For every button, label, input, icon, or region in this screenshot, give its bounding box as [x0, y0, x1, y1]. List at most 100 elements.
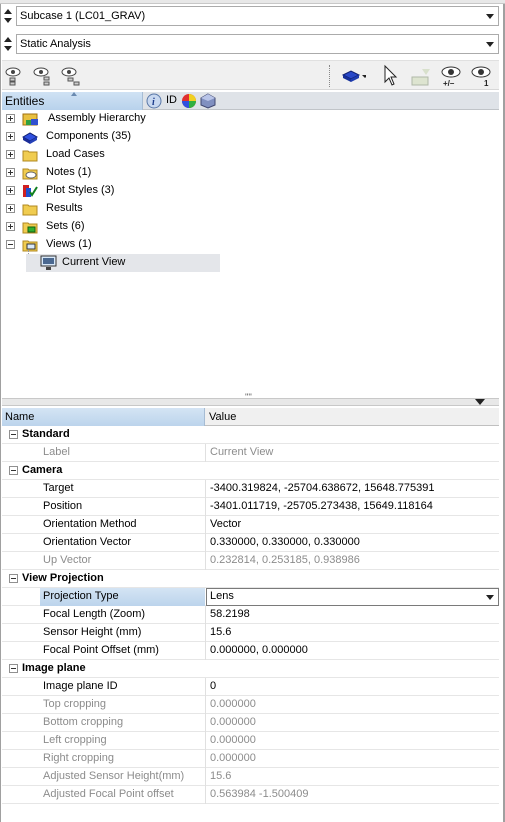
show-hide-label: +/–: [443, 79, 455, 88]
tree-item-load-cases[interactable]: Load Cases: [2, 146, 499, 164]
tree-item-views[interactable]: Views (1): [2, 236, 499, 254]
collapse-arrow-icon[interactable]: [475, 399, 485, 405]
color-column-icon[interactable]: [181, 93, 197, 109]
property-row-adjusted-focal-point-offset[interactable]: Adjusted Focal Point offset 0.563984 -1.…: [2, 786, 499, 804]
collapse-tree-icon[interactable]: [30, 63, 56, 89]
property-name: Top cropping: [43, 698, 106, 710]
pointer-icon[interactable]: [380, 63, 406, 89]
property-row-bottom-cropping[interactable]: Bottom cropping 0.000000: [2, 714, 499, 732]
chevron-down-icon: [486, 14, 494, 19]
tree-item-plot-styles[interactable]: Plot Styles (3): [2, 182, 499, 200]
expand-toggle[interactable]: [6, 204, 15, 213]
tree-item-current-view[interactable]: Current View: [26, 254, 220, 272]
property-name: Up Vector: [43, 554, 92, 566]
expand-toggle[interactable]: [6, 168, 15, 177]
property-value: 15.6: [210, 770, 232, 782]
tree-item-sets[interactable]: Sets (6): [2, 218, 499, 236]
id-column-header[interactable]: ID: [166, 94, 177, 106]
section-view-projection[interactable]: View Projection: [2, 570, 499, 588]
info-column-icon[interactable]: i: [146, 93, 162, 109]
property-row-position[interactable]: Position -3401.011719, -25705.273438, 15…: [2, 498, 499, 516]
expand-toggle[interactable]: [6, 114, 15, 123]
property-row-label[interactable]: Label Current View: [2, 444, 499, 462]
property-value[interactable]: Vector: [210, 518, 241, 530]
property-name: Bottom cropping: [43, 716, 124, 728]
property-value[interactable]: -3400.319824, -25704.638672, 15648.77539…: [210, 482, 435, 494]
property-row-orientation-method[interactable]: Orientation Method Vector: [2, 516, 499, 534]
tree-item-label: Plot Styles (3): [46, 184, 115, 196]
name-header-label: Name: [5, 411, 35, 423]
property-value[interactable]: 0.000000, 0.000000: [210, 644, 308, 656]
property-row-left-cropping[interactable]: Left cropping 0.000000: [2, 732, 499, 750]
chevron-down-icon: [486, 595, 494, 600]
property-row-projection-type[interactable]: Projection Type Lens: [2, 588, 499, 606]
tree-item-label: Load Cases: [46, 148, 105, 160]
toolbar: +/– 1: [2, 60, 499, 90]
analysis-spinner[interactable]: [2, 33, 14, 55]
property-row-sensor-height[interactable]: Sensor Height (mm) 15.6: [2, 624, 499, 642]
property-name: Sensor Height (mm): [43, 626, 142, 638]
tree-item-notes[interactable]: Notes (1): [2, 164, 499, 182]
property-value[interactable]: 58.2198: [210, 608, 250, 620]
collapse-toggle[interactable]: [9, 664, 18, 673]
top-resize-grip[interactable]: '''': [0, 0, 505, 4]
collapse-toggle[interactable]: [9, 466, 18, 475]
property-value[interactable]: -3401.011719, -25705.273438, 15649.11816…: [210, 500, 433, 512]
property-row-image-plane-id[interactable]: Image plane ID 0: [2, 678, 499, 696]
components-icon: [21, 129, 39, 145]
tree-item-components[interactable]: Components (35): [2, 128, 499, 146]
section-standard[interactable]: Standard: [2, 426, 499, 444]
analysis-value: Static Analysis: [20, 38, 91, 50]
property-name: Left cropping: [43, 734, 107, 746]
property-grid: Standard Label Current View Camera Targe…: [2, 426, 499, 822]
property-value[interactable]: 15.6: [210, 626, 231, 638]
section-image-plane[interactable]: Image plane: [2, 660, 499, 678]
tree-header: Entities i ID: [2, 92, 499, 110]
entities-column-header[interactable]: Entities: [2, 92, 143, 110]
expand-toggle[interactable]: [6, 150, 15, 159]
tree-item-assembly-hierarchy[interactable]: Assembly Hierarchy: [2, 110, 499, 128]
isolate-eye-icon[interactable]: [468, 63, 494, 89]
tree-item-label: Components (35): [46, 130, 131, 142]
property-row-adjusted-sensor-height[interactable]: Adjusted Sensor Height(mm) 15.6: [2, 768, 499, 786]
value-column-header[interactable]: Value: [209, 411, 236, 423]
section-title: Image plane: [22, 662, 86, 674]
tree-item-label: Assembly Hierarchy: [48, 112, 146, 124]
apply-icon[interactable]: [408, 63, 434, 89]
property-value[interactable]: 0: [210, 680, 216, 692]
expand-toggle[interactable]: [6, 186, 15, 195]
property-name: Focal Point Offset (mm): [43, 644, 159, 656]
expand-toggle[interactable]: [6, 222, 15, 231]
subcase-value: Subcase 1 (LC01_GRAV): [20, 10, 146, 22]
section-camera[interactable]: Camera: [2, 462, 499, 480]
analysis-dropdown[interactable]: Static Analysis: [16, 34, 499, 54]
subcase-dropdown[interactable]: Subcase 1 (LC01_GRAV): [16, 6, 499, 26]
projection-type-dropdown[interactable]: [206, 588, 499, 606]
property-grid-header: Name Value: [2, 408, 499, 426]
property-row-focal-length[interactable]: Focal Length (Zoom) 58.2198: [2, 606, 499, 624]
collapse-toggle[interactable]: [9, 574, 18, 583]
property-value: 0.563984 -1.500409: [210, 788, 309, 800]
show-hierarchy-icon[interactable]: [58, 63, 84, 89]
property-name: Orientation Method: [43, 518, 137, 530]
subcase-spinner[interactable]: [2, 5, 14, 27]
property-row-up-vector[interactable]: Up Vector 0.232814, 0.253185, 0.938986: [2, 552, 499, 570]
svg-text:i: i: [152, 97, 155, 108]
entity-selector-icon[interactable]: [340, 63, 368, 89]
property-row-top-cropping[interactable]: Top cropping 0.000000: [2, 696, 499, 714]
panel-splitter[interactable]: '''': [2, 392, 499, 406]
property-value[interactable]: 0.330000, 0.330000, 0.330000: [210, 536, 360, 548]
property-row-right-cropping[interactable]: Right cropping 0.000000: [2, 750, 499, 768]
property-row-target[interactable]: Target -3400.319824, -25704.638672, 1564…: [2, 480, 499, 498]
property-value: Current View: [210, 446, 274, 458]
tree-item-results[interactable]: Results: [2, 200, 499, 218]
expand-toggle[interactable]: [6, 132, 15, 141]
isolate-label: 1: [484, 79, 489, 88]
collapse-toggle[interactable]: [6, 240, 15, 249]
expand-tree-icon[interactable]: [2, 63, 28, 89]
display-column-icon[interactable]: [200, 93, 216, 109]
name-column-header[interactable]: Name: [2, 408, 205, 426]
property-row-orientation-vector[interactable]: Orientation Vector 0.330000, 0.330000, 0…: [2, 534, 499, 552]
property-row-focal-point-offset[interactable]: Focal Point Offset (mm) 0.000000, 0.0000…: [2, 642, 499, 660]
collapse-toggle[interactable]: [9, 430, 18, 439]
